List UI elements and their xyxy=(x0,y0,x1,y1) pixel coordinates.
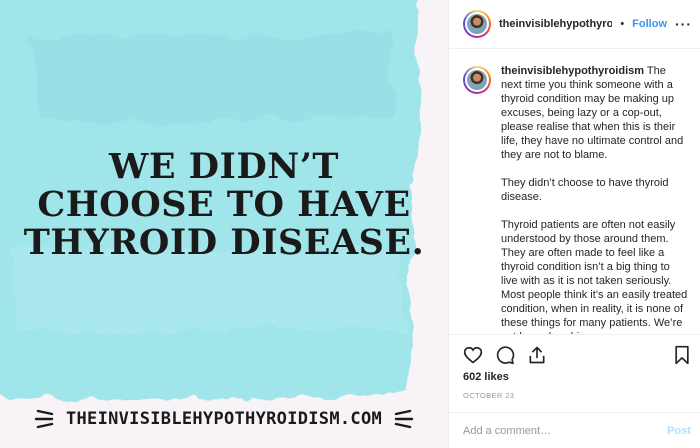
caption: theinvisiblehypothyroidism The next time… xyxy=(449,50,700,334)
avatar[interactable] xyxy=(463,10,491,38)
action-bar xyxy=(449,334,700,374)
comments-scroll-area[interactable]: theinvisiblehypothyroidism The next time… xyxy=(449,50,700,334)
comment-input[interactable] xyxy=(463,424,653,437)
bookmark-icon[interactable] xyxy=(673,345,691,365)
add-comment-bar: Post xyxy=(449,412,700,448)
post-date[interactable]: OCTOBER 23 xyxy=(463,391,514,400)
quote-line: CHOOSE TO HAVE xyxy=(37,184,411,225)
caption-username[interactable]: theinvisiblehypothyroidism xyxy=(501,65,644,77)
likes-count[interactable]: 602 likes xyxy=(463,371,509,383)
avatar[interactable] xyxy=(463,66,491,94)
post-header: theinvisiblehypothyroidi • Follow ··· xyxy=(449,0,700,49)
post-button[interactable]: Post xyxy=(667,425,691,437)
quote-line: WE DIDN’T xyxy=(109,146,339,187)
caption-paragraph: The next time you think someone with a t… xyxy=(501,65,684,161)
header-username[interactable]: theinvisiblehypothyroidi xyxy=(499,18,612,30)
caption-paragraph: Thyroid patients are often not easily un… xyxy=(501,219,688,334)
heart-icon[interactable] xyxy=(463,345,483,365)
quote-text: WE DIDN’T CHOOSE TO HAVE THYROID DISEASE… xyxy=(0,148,448,262)
right-accent-lines-icon xyxy=(394,409,414,429)
caption-text: theinvisiblehypothyroidism The next time… xyxy=(501,64,689,334)
caption-paragraph: They didn’t choose to have thyroid disea… xyxy=(501,177,669,203)
quote-line: THYROID DISEASE. xyxy=(23,222,425,263)
separator-dot: • xyxy=(620,18,625,30)
post-image[interactable]: WE DIDN’T CHOOSE TO HAVE THYROID DISEASE… xyxy=(0,0,448,448)
website-url: THEINVISIBLEHYPOTHYROIDISM.COM xyxy=(65,409,383,429)
comment-icon[interactable] xyxy=(495,345,515,365)
share-icon[interactable] xyxy=(527,345,547,365)
more-horizontal-icon[interactable]: ··· xyxy=(675,16,692,32)
follow-button[interactable]: Follow xyxy=(632,18,667,30)
post-side-panel: theinvisiblehypothyroidi • Follow ··· th… xyxy=(448,0,700,448)
website-url-banner: THEINVISIBLEHYPOTHYROIDISM.COM xyxy=(0,404,448,434)
left-accent-lines-icon xyxy=(34,409,54,429)
